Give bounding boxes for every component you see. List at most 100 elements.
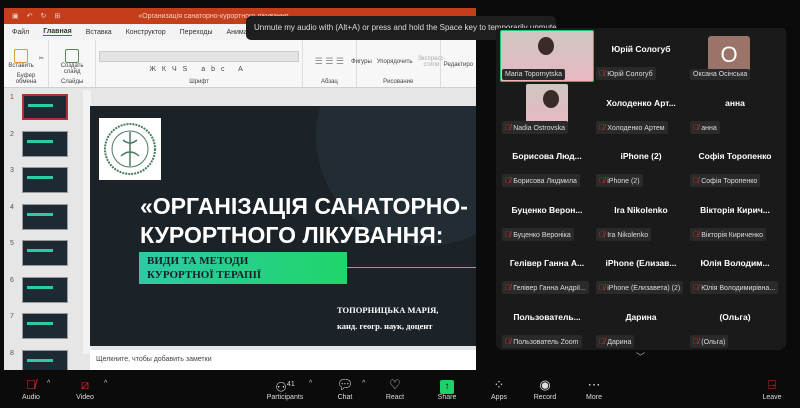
slide-number: 2 [10,130,14,138]
save-icon[interactable]: ▣ [12,12,19,20]
participant-label: 🎙̸ Дарина [596,334,635,348]
arrange-button[interactable]: Упорядочить [377,59,413,65]
tab-design[interactable]: Конструктор [126,29,166,36]
slide-thumbnail[interactable] [22,130,68,157]
chat-button[interactable]: 💬︎ Chat [323,376,367,401]
mic-muted-icon: 🎙̸ [693,229,702,239]
editing-button[interactable]: Редактиро [444,62,473,68]
mic-muted-icon: 🎙̸ [599,176,608,185]
participant-tile[interactable]: Юлія Володим... 🎙̸ Юлія Володимирівна... [688,244,782,296]
participant-name-large: Вікторія Кирич... [700,204,770,215]
participants-caret[interactable]: ^ [309,380,312,387]
slide-thumbnail[interactable] [22,240,68,266]
slide-thumbnail[interactable] [22,349,68,370]
slide-title: «ОРГАНІЗАЦІЯ САНАТОРНО- КУРОРТНОГО ЛІКУВА… [140,193,468,248]
meeting-toolbar: 🎙̸ Audio ^ ⧄ Video ^ ⚇41 Participants ^ 💬︎ C… [0,372,800,408]
participant-name-large: Ira Nikolenko [614,204,668,215]
heart-icon: ♡ [389,377,401,392]
notes-field[interactable]: Щелкните, чтобы добавить заметки [90,350,476,370]
react-button[interactable]: ♡ React [373,376,417,401]
participant-tile[interactable]: (Ольга) 🎙̸ (Ольга) [688,297,782,350]
participant-tile[interactable]: Гелівер Ганна А... 🎙̸ Гелівер Ганна Андрі… [500,244,594,296]
participant-tile[interactable]: Вікторія Кирич... 🎙̸ Вікторія Кириченко [688,190,782,243]
participant-tile[interactable]: Ira Nikolenko 🎙̸ Ira Nikolenko [594,190,688,243]
shapes-button[interactable]: Фигуры [351,59,372,65]
paragraph-buttons[interactable]: ☰ ☰ ☰ [306,44,353,79]
chat-caret[interactable]: ^ [362,380,365,387]
mic-muted-icon: 🎙̸ [505,283,514,292]
participant-name-large: iPhone (2) [620,151,662,161]
slide-thumbnail[interactable] [22,313,68,339]
tab-insert[interactable]: Вставка [86,29,112,36]
mic-muted-icon: 🎙̸ [599,229,608,239]
slide-thumbnail[interactable] [22,276,68,303]
redo-icon[interactable]: ↻ [41,12,47,20]
slide-thumbnail[interactable] [22,203,68,230]
participant-label: 🎙̸ анна [690,120,720,134]
new-slide-button[interactable]: Создать слайд [52,48,92,75]
slide-thumbnail[interactable] [22,94,68,120]
participant-label: 🎙̸ iPhone (2) [596,174,643,187]
slide-number: 7 [10,313,14,320]
participant-name-large: Дарина [625,311,657,322]
more-button[interactable]: ⋯ More [572,376,616,401]
participant-name-large: Пользователь... [513,311,581,322]
font-format-buttons[interactable]: ЖКЧS abc A [149,66,248,73]
participant-label: 🎙̸ Гелівер Ганна Андрії... [502,281,589,294]
participants-button[interactable]: ⚇41 Participants [259,376,311,401]
drawing-label: Рисование [383,79,414,85]
mic-muted-icon: 🎙̸ [505,176,514,185]
participant-name-large: (Ольга) [719,311,751,322]
share-button[interactable]: ↑ Share [425,376,469,401]
participant-label: 🎙̸ Юрій Сологуб [596,67,656,80]
font-select[interactable] [99,50,300,62]
tab-file[interactable]: Файл [12,29,29,36]
mic-muted-icon: 🎙̸ [505,336,514,346]
slide-number: 3 [10,167,14,174]
participant-tile[interactable]: Буценко Верон... 🎙̸ Буценко Вероніка [500,190,594,243]
audio-options-caret[interactable]: ^ [47,380,50,387]
participant-tile[interactable]: Пользователь... 🎙̸ Пользователь Zoom [500,297,594,350]
powerpoint-window: ▣ ↶ ↻ ⊞ «Организація санаторно-курортного л… [4,8,476,370]
mic-muted-icon: 🎙̸ [599,283,608,292]
participant-tile[interactable]: Юрій Сологуб 🎙̸ Юрій Сологуб [594,30,688,82]
slide-canvas[interactable]: «ОРГАНІЗАЦІЯ САНАТОРНО- КУРОРТНОГО ЛІКУВА… [90,106,476,346]
participant-tile[interactable]: O Оксана Осінська [688,30,782,82]
mic-muted-icon: 🎙̸ [599,122,608,132]
leave-button[interactable]: ⍈ Leave [750,376,794,401]
slide-number: 8 [10,349,14,357]
tab-transitions[interactable]: Переходы [180,29,213,36]
leave-icon: ⍈ [768,377,776,392]
participant-tile[interactable]: Дарина 🎙̸ Дарина [594,297,688,350]
slide-thumbnails: 1 2 3 4 5 6 7 8 [4,90,82,370]
participant-tile[interactable]: анна 🎙̸ анна [688,83,782,136]
video-button[interactable]: ⧄ Video [63,376,107,401]
participant-tile[interactable]: iPhone (Елизав... 🎙̸ iPhone (Елизавета) (… [594,244,688,296]
participant-tile[interactable]: Борисова Люд... 🎙̸ Борисова Людмила [500,137,594,189]
participant-label: 🎙̸ (Ольга) [690,334,729,348]
slide-thumbnail[interactable] [22,167,68,193]
record-icon: ◉ [539,377,551,392]
participant-label: Оксана Осінська [690,69,751,80]
participant-tile[interactable]: 🎙̸ Nadia Ostrovska [500,83,594,136]
participant-name-large: Юлія Володим... [700,258,770,268]
participant-gallery: Maria Topornytska Юрій Сологуб 🎙̸ Юрій Сол… [496,28,786,350]
participant-name-large: iPhone (Елизав... [605,258,677,268]
apps-button[interactable]: ⁘ Apps [477,376,521,401]
participant-tile[interactable]: Maria Topornytska [500,30,594,82]
tab-home[interactable]: Главная [43,28,72,36]
present-icon[interactable]: ⊞ [54,12,60,20]
ribbon: Вставить ✂ Буфер обмена Создать слайд Слайд… [4,40,476,88]
video-options-caret[interactable]: ^ [104,380,107,387]
participant-tile[interactable]: Софія Торопенко 🎙̸ Софія Торопенко [688,137,782,189]
undo-icon[interactable]: ↶ [27,12,33,20]
record-button[interactable]: ◉ Record [523,376,567,401]
paste-button[interactable]: Вставить [8,48,34,69]
mic-muted-icon: 🎙̸ [693,176,702,185]
cut-icon[interactable]: ✂ [39,55,44,62]
participant-tile[interactable]: Холоденко Арт... 🎙̸ Холоденко Артем [594,83,688,136]
participant-tile[interactable]: iPhone (2) 🎙̸ iPhone (2) [594,137,688,189]
chevron-down-icon[interactable]: ﹀ [636,350,645,363]
participant-label: 🎙̸ Холоденко Артем [596,120,668,134]
participant-label: 🎙̸ Вікторія Кириченко [690,227,767,241]
